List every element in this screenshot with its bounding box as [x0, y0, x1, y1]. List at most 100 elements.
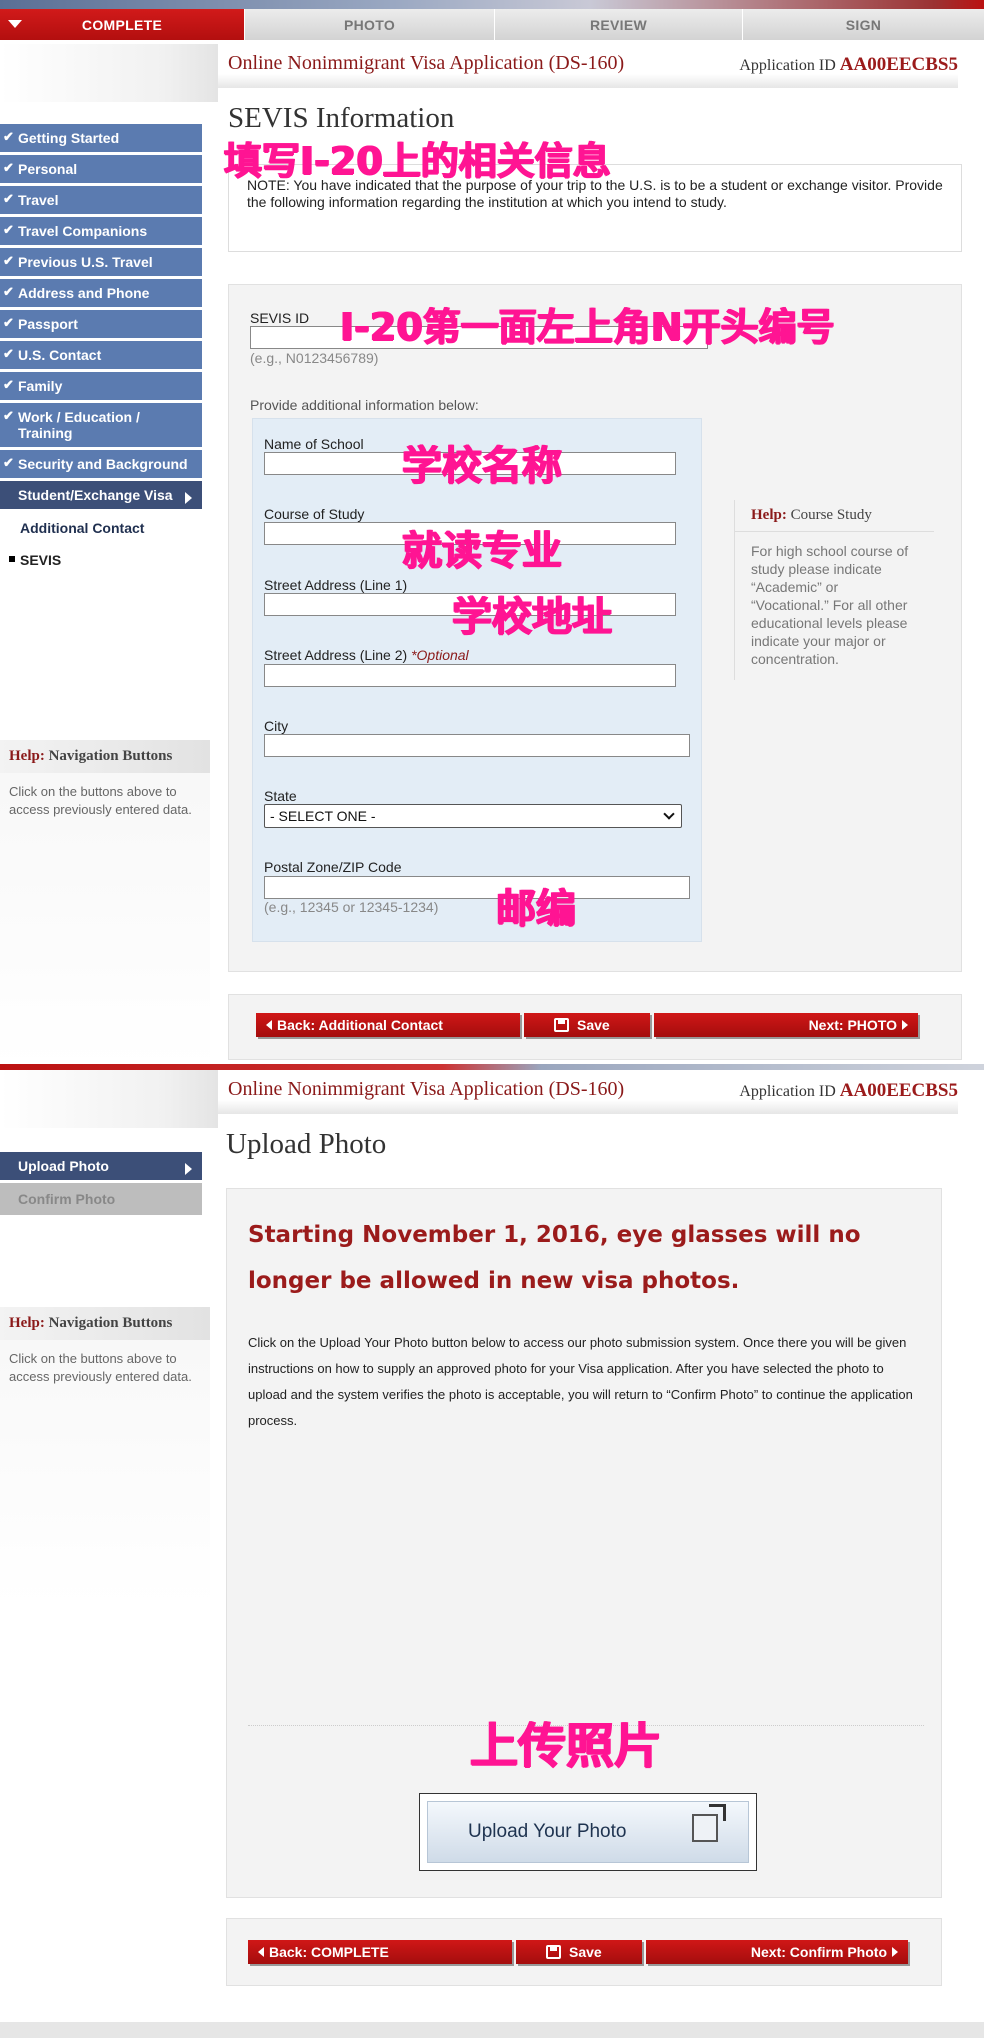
- state-select-value: - SELECT ONE -: [270, 808, 376, 824]
- tab-sign[interactable]: SIGN: [742, 9, 984, 40]
- sidebar-item-personal[interactable]: ✔ Personal: [0, 155, 202, 186]
- application-id: Application ID AA00EECBS5: [739, 54, 958, 76]
- sidebar-item-address-phone[interactable]: ✔ Address and Phone: [0, 279, 202, 310]
- optional-tag: *Optional: [411, 647, 469, 663]
- upload-instructions: Click on the Upload Your Photo button be…: [248, 1335, 913, 1428]
- sidebar-subitem-additional-contact[interactable]: Additional Contact: [0, 512, 202, 542]
- state-select[interactable]: - SELECT ONE -: [264, 804, 682, 828]
- app-title: Online Nonimmigrant Visa Application (DS…: [228, 52, 625, 74]
- arrow-right-icon: [892, 1947, 898, 1957]
- caption-school: 学校名称: [402, 443, 562, 489]
- arrow-right-icon: [185, 1163, 192, 1175]
- school-name-label: Name of School: [264, 436, 364, 452]
- help-course-title: Help: Course Study: [735, 500, 934, 532]
- back-button-label: Back: COMPLETE: [269, 1944, 389, 1960]
- save-button-label: Save: [577, 1017, 610, 1033]
- sidebar-item-label: Upload Photo: [18, 1158, 109, 1174]
- sidebar-item-label: Security and Background: [18, 456, 188, 472]
- sidebar-item-label: Work / Education / Training: [18, 409, 140, 441]
- sidebar-item-label: Student/Exchange Visa: [18, 487, 173, 503]
- check-icon: ✔: [3, 455, 14, 470]
- help-nav-title: Help: Navigation Buttons: [0, 1307, 210, 1340]
- tab-photo-label: PHOTO: [343, 16, 396, 33]
- check-icon: ✔: [3, 346, 14, 361]
- upload-photo-button[interactable]: Upload Your Photo: [419, 1793, 757, 1871]
- sidebar-item-travel-companions[interactable]: ✔ Travel Companions: [0, 217, 202, 248]
- back-complete-button[interactable]: Back: COMPLETE: [248, 1940, 512, 1964]
- help-course-study-panel: Help: Course Study For high school cours…: [734, 500, 934, 680]
- left-header-fade-2: [0, 1070, 218, 1128]
- bullet-icon: [9, 556, 15, 562]
- sidebar-nav: ✔ Getting Started ✔ Personal ✔ Travel ✔ Trav…: [0, 124, 202, 574]
- help-prefix: Help:: [9, 748, 45, 764]
- upload-external-icon: [692, 1804, 726, 1842]
- sidebar-item-upload-photo[interactable]: Upload Photo: [0, 1152, 202, 1183]
- back-button[interactable]: Back: Additional Contact: [256, 1013, 520, 1037]
- sidebar-item-student-exchange[interactable]: Student/Exchange Visa: [0, 481, 202, 512]
- next-confirm-button[interactable]: Next: Confirm Photo: [646, 1940, 908, 1964]
- help-title: Navigation Buttons: [48, 1315, 173, 1331]
- arrow-right-icon: [185, 492, 192, 504]
- save-button[interactable]: Save: [524, 1013, 650, 1037]
- tab-complete[interactable]: COMPLETE: [0, 9, 244, 40]
- sidebar-item-getting-started[interactable]: ✔ Getting Started: [0, 124, 202, 155]
- arrow-left-icon: [258, 1947, 264, 1957]
- sidebar-item-passport[interactable]: ✔ Passport: [0, 310, 202, 341]
- save-button-2[interactable]: Save: [516, 1940, 642, 1964]
- course-label: Course of Study: [264, 506, 365, 522]
- sidebar-item-label: Family: [18, 378, 63, 394]
- city-input[interactable]: [264, 734, 690, 757]
- sidebar-item-family[interactable]: ✔ Family: [0, 372, 202, 403]
- back-button-label: Back: Additional Contact: [277, 1017, 443, 1033]
- help-course-body: For high school course of study please i…: [751, 543, 909, 667]
- app-header: Online Nonimmigrant Visa Application (DS…: [218, 44, 958, 88]
- sidebar-subitem-label: SEVIS: [20, 552, 62, 568]
- check-icon: ✔: [3, 129, 14, 144]
- next-button[interactable]: Next: PHOTO: [654, 1013, 918, 1037]
- city-label: City: [264, 718, 289, 734]
- sidebar-item-travel[interactable]: ✔ Travel: [0, 186, 202, 217]
- caption-fill-i20: 填写I-20上的相关信息: [224, 139, 611, 183]
- application-id-label: Application ID: [739, 57, 836, 74]
- sidebar-item-us-contact[interactable]: ✔ U.S. Contact: [0, 341, 202, 372]
- sidebar-subitem-sevis[interactable]: SEVIS: [0, 542, 202, 574]
- street2-input[interactable]: [264, 664, 676, 687]
- tab-review[interactable]: REVIEW: [494, 9, 742, 40]
- left-header-fade: [0, 44, 218, 102]
- street1-label: Street Address (Line 1): [264, 577, 408, 593]
- app-title: Online Nonimmigrant Visa Application (DS…: [228, 1078, 625, 1100]
- sidebar-item-label: Personal: [18, 161, 78, 177]
- header-shade: [218, 74, 958, 88]
- caption-major: 就读专业: [402, 528, 562, 574]
- help-prefix: Help:: [751, 507, 787, 523]
- save-disk-icon: [546, 1945, 561, 1959]
- arrow-right-icon: [902, 1020, 908, 1030]
- check-icon: ✔: [3, 315, 14, 330]
- sidebar-item-confirm-photo[interactable]: Confirm Photo: [0, 1183, 202, 1215]
- help-navigation-panel: Help: Navigation Buttons Click on the bu…: [0, 740, 210, 1070]
- check-icon: ✔: [3, 284, 14, 299]
- save-button-label: Save: [569, 1944, 602, 1960]
- tab-complete-label: COMPLETE: [81, 16, 163, 33]
- additional-info-label: Provide additional information below:: [250, 397, 479, 413]
- zip-input[interactable]: [264, 876, 690, 899]
- sidebar-item-previous-us-travel[interactable]: ✔ Previous U.S. Travel: [0, 248, 202, 279]
- upload-photo-button-label: Upload Your Photo: [468, 1821, 627, 1842]
- sidebar-item-security[interactable]: ✔ Security and Background: [0, 450, 202, 481]
- sidebar-item-label: Address and Phone: [18, 285, 150, 301]
- footer-strip: [0, 2022, 984, 2038]
- sidebar-item-work-education[interactable]: ✔ Work / Education / Training: [0, 403, 202, 450]
- sevis-id-label: SEVIS ID: [250, 310, 310, 326]
- application-id-value: AA00EECBS5: [839, 1080, 958, 1101]
- street2-label: Street Address (Line 2) *Optional: [264, 647, 469, 663]
- progress-tabs: COMPLETE PHOTO REVIEW SIGN: [0, 0, 984, 44]
- caret-down-icon: [8, 20, 22, 28]
- sidebar-nav-upload: Upload Photo Confirm Photo: [0, 1152, 202, 1215]
- upload-photo-button-face: Upload Your Photo: [427, 1801, 749, 1863]
- street2-label-text: Street Address (Line 2): [264, 647, 408, 663]
- help-nav-body: Click on the buttons above to access pre…: [9, 1351, 192, 1384]
- tab-sign-label: SIGN: [845, 16, 882, 33]
- help-title: Navigation Buttons: [48, 748, 173, 764]
- sidebar-subitem-label: Additional Contact: [20, 520, 145, 536]
- tab-photo[interactable]: PHOTO: [244, 9, 494, 40]
